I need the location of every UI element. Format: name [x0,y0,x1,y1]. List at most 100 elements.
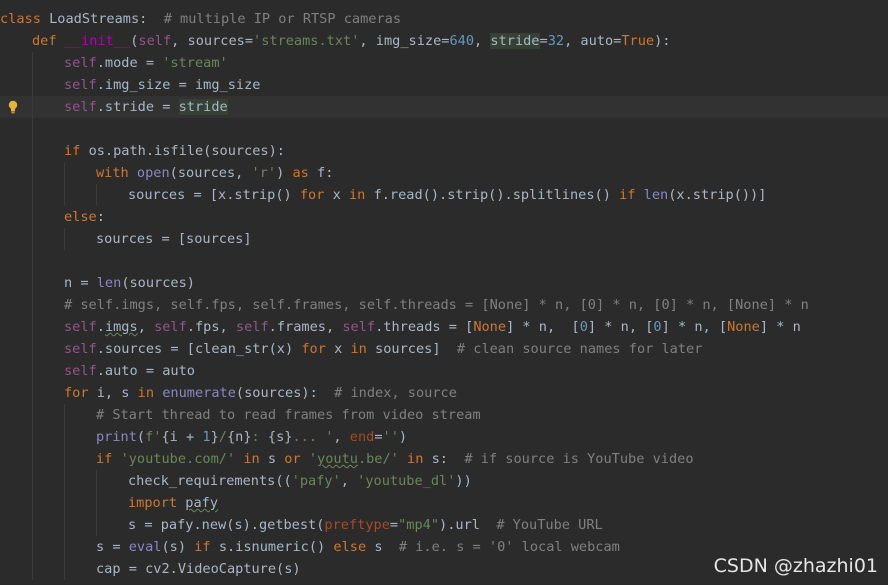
code-token: } [210,429,219,445]
code-text: # self.imgs, self.fps, self.frames, self… [64,294,809,316]
code-token: 0 [653,319,662,335]
code-token: # index, source [334,385,457,401]
code-token: len [643,187,669,203]
code-line[interactable]: # self.imgs, self.fps, self.frames, self… [0,294,888,316]
code-text: sources = [sources] [96,228,252,250]
code-text: self.img_size = img_size [64,74,260,96]
code-token: 640 [449,33,475,49]
code-token: __init__ [64,33,131,49]
code-token: .img_size = img_size [96,77,261,93]
indent-guide [32,140,33,162]
code-line[interactable]: sources = [sources] [0,228,888,250]
code-text: self.imgs, self.fps, self.frames, self.t… [64,316,801,338]
indent-guide [64,558,65,580]
indent-guide [32,492,33,514]
indent-guide [64,228,65,250]
indent-guide [32,118,33,140]
code-line[interactable]: with open(sources, 'r') as f: [0,162,888,184]
code-line[interactable]: else: [0,206,888,228]
code-token: preftype [324,517,390,533]
code-token: self [64,341,97,357]
code-text: with open(sources, 'r') as f: [96,162,333,184]
indent-guide [32,316,33,338]
code-token: , sources= [171,33,254,49]
indent-guide [64,162,65,184]
code-line[interactable]: # Start thread to read frames from video… [0,404,888,426]
code-line[interactable] [0,118,888,140]
code-token: f' [145,429,162,445]
code-token: in [407,451,432,467]
code-line[interactable]: self.img_size = img_size [0,74,888,96]
code-token: self [154,319,187,335]
code-token: if [64,143,89,159]
watermark: CSDN @zhazhi01 [713,555,878,577]
indent-guide [32,514,33,536]
code-token: '' [382,429,399,445]
code-line[interactable]: if os.path.isfile(sources): [0,140,888,162]
code-text: def __init__(self, sources='streams.txt'… [32,30,670,52]
code-token: s = pafy.new(s).getbest( [128,517,325,533]
code-line[interactable]: self.sources = [clean_str(x) for x in so… [0,338,888,360]
code-token: )) [455,473,472,489]
code-line[interactable] [0,250,888,272]
code-line[interactable]: s = pafy.new(s).getbest(preftype="mp4").… [0,514,888,536]
code-token: i, s [96,385,138,401]
code-token: imgs [104,319,138,335]
code-token: "mp4" [398,517,440,533]
code-token: .stride = [96,99,179,115]
code-token: , img_size= [359,33,450,49]
indent-guide [64,404,65,426]
indent-guide [32,206,33,228]
code-token: import [128,495,186,511]
code-token: , [333,429,350,445]
code-line[interactable]: self.stride = stride [0,96,888,118]
indent-guide [32,250,33,272]
code-token: ) [398,429,408,445]
lightbulb-icon[interactable] [8,100,18,114]
code-line[interactable]: print(f'{i + 1}/{n}: {s}... ', end='') [0,426,888,448]
indent-guide [32,360,33,382]
code-token: {n} [226,429,252,445]
code-text: self.auto = auto [64,360,195,382]
indent-guide [32,96,33,118]
code-token: # Start thread to read frames from video… [96,407,481,423]
code-token: if [194,539,219,555]
code-token: if [619,187,644,203]
code-editor[interactable]: class LoadStreams: # multiple IP or RTSP… [0,0,888,585]
indent-guide [64,448,65,470]
code-token: else [64,209,97,225]
code-token: len [96,275,122,291]
code-line[interactable]: if 'youtube.com/' in s or 'youtu.be/' in… [0,448,888,470]
indent-guide [64,514,65,536]
code-line[interactable]: class LoadStreams: # multiple IP or RTSP… [0,8,888,30]
code-token: pafy [185,495,219,511]
code-token: , [340,473,358,489]
code-token: ... ' [292,429,334,445]
code-line[interactable]: n = len(sources) [0,272,888,294]
code-token: n = [64,275,97,291]
code-line[interactable]: self.mode = 'stream' [0,52,888,74]
code-line[interactable]: def __init__(self, sources='streams.txt'… [0,30,888,52]
code-token: sources = [sources] [96,231,252,247]
code-token: print [96,429,137,445]
code-line[interactable]: import pafy [0,492,888,514]
code-text: s = eval(s) if s.isnumeric() else s # i.… [96,536,620,558]
code-token: , [137,319,155,335]
code-token: 32 [547,33,565,49]
code-token: (sources, [169,165,252,181]
code-line[interactable]: self.auto = auto [0,360,888,382]
code-token: # YouTube URL [496,517,603,533]
indent-guide [64,426,65,448]
code-line[interactable]: for i, s in enumerate(sources): # index,… [0,382,888,404]
code-token: s [374,539,399,555]
code-line[interactable]: check_requirements(('pafy', 'youtube_dl'… [0,470,888,492]
code-token: 'stream' [162,55,228,71]
code-token: else [333,539,375,555]
code-token: 'youtube.com/' [120,451,244,467]
code-line[interactable]: self.imgs, self.fps, self.frames, self.t… [0,316,888,338]
code-text: # Start thread to read frames from video… [96,404,481,426]
code-token: 'r' [251,165,277,181]
code-token: 1 [202,429,211,445]
code-token: (s) [161,539,195,555]
code-line[interactable]: sources = [x.strip() for x in f.read().s… [0,184,888,206]
